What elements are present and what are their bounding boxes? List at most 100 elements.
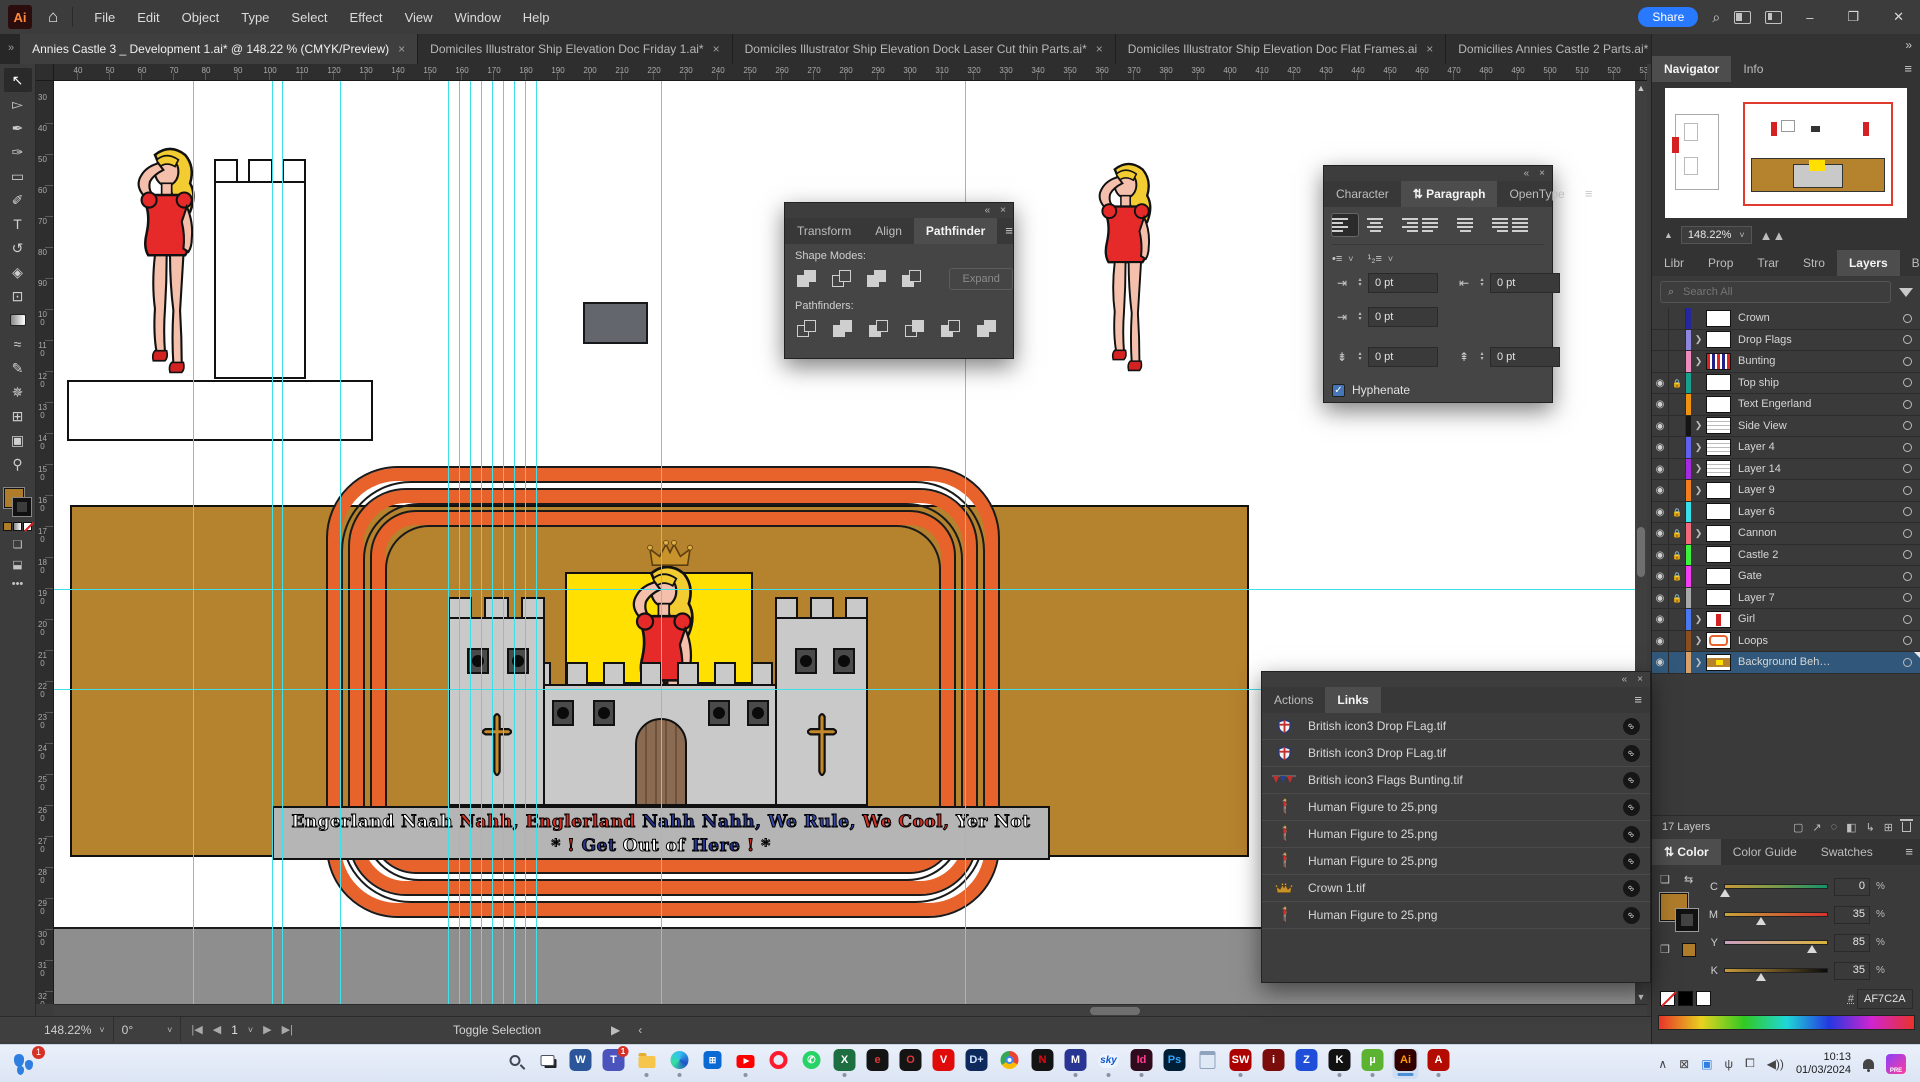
tray-network-icon[interactable]: ⊠ [1679,1057,1689,1071]
guide-vertical[interactable] [340,81,341,1004]
layer-thumbnail[interactable] [1706,568,1731,585]
taskbar-task-view[interactable] [535,1049,561,1079]
layer-row-text-engerland[interactable]: ◉Text Engerland [1652,394,1920,416]
taskbar-excel[interactable]: X [832,1049,858,1079]
document-tab-5[interactable]: Domicilies Annies Castle 2 Parts.ai*» [1446,34,1651,64]
layer-expand-icon[interactable]: ❯ [1691,635,1706,646]
guide-vertical[interactable] [536,81,537,1004]
align-left-button[interactable] [1332,214,1358,236]
layer-thumbnail[interactable] [1706,374,1731,391]
taskbar-app-dark-1[interactable]: e [865,1049,891,1079]
justify-last-right-button[interactable] [1482,214,1508,236]
ruler-corner[interactable] [36,64,54,81]
layer-thumbnail[interactable] [1706,482,1731,499]
taskbar-indesign[interactable]: Id [1129,1049,1155,1079]
taskbar-mava[interactable]: M [1063,1049,1089,1079]
link-chain-icon[interactable]: ∞ [1623,772,1640,789]
layer-lock-icon[interactable] [1669,351,1686,372]
tray-usb-icon[interactable]: ψ [1725,1057,1734,1071]
horizontal-ruler[interactable]: 4050607080901001101201301401501601701801… [54,64,1647,81]
type-tool[interactable]: T [4,212,32,236]
link-row-3[interactable]: British icon3 Flags Bunting.tif∞ [1262,767,1650,794]
layer-visibility-icon[interactable]: ◉ [1652,566,1669,587]
layer-visibility-icon[interactable]: ◉ [1652,631,1669,652]
layer-expand-icon[interactable]: ❯ [1691,442,1706,453]
guide-vertical[interactable] [514,81,515,1004]
pathfinder-minus-front-button[interactable] [830,268,855,290]
layer-row-background-beh-[interactable]: ◉❯Background Beh… [1652,652,1920,674]
export-icon[interactable]: ↗ [1812,821,1821,834]
document-tab-3[interactable]: Domiciles Illustrator Ship Elevation Doc… [733,34,1116,64]
layer-visibility-icon[interactable] [1652,351,1669,372]
layer-row-girl[interactable]: ◉❯Girl [1652,609,1920,631]
zoom-out-thumbnail-icon[interactable]: ▲ [1664,230,1673,240]
shape-builder-tool[interactable]: ⊡ [4,284,32,308]
layer-target-icon[interactable] [1903,636,1912,645]
tab-close-icon[interactable]: × [1426,42,1433,56]
window-minimize-button[interactable]: – [1796,8,1823,27]
vertical-ruler[interactable]: 3040506070809010011012013014015016017018… [36,81,54,1004]
tab-close-icon[interactable]: × [1096,42,1103,56]
panel-overflow-icon[interactable]: » [0,34,20,64]
spinner-control[interactable]: ▴▾ [1477,352,1487,362]
dock-tab-trar[interactable]: Trar [1745,250,1791,276]
taskbar-file-explorer[interactable] [634,1049,660,1079]
layer-expand-icon[interactable]: ❯ [1691,657,1706,668]
arrange-documents-icon[interactable] [1734,11,1751,24]
align-center-button[interactable] [1362,214,1388,236]
link-chain-icon[interactable]: ∞ [1623,799,1640,816]
document-tab-1[interactable]: Annies Castle 3 _ Development 1.ai* @ 14… [20,34,418,64]
channel-value[interactable]: 0 [1834,878,1870,896]
locate-object-icon[interactable]: ◌ [1831,821,1838,833]
link-chain-icon[interactable]: ∞ [1623,826,1640,843]
guide-vertical[interactable] [492,81,493,1004]
guide-vertical[interactable] [272,81,273,1004]
taskbar-word[interactable]: W [568,1049,594,1079]
none-button[interactable] [23,522,32,531]
taskbar-youtube[interactable] [733,1049,759,1079]
width-tool[interactable]: ≈ [4,332,32,356]
spinner-control[interactable]: ▴▾ [1355,312,1365,322]
justify-last-center-button[interactable] [1452,214,1478,236]
guide-vertical[interactable] [448,81,449,1004]
workspace-switcher-icon[interactable] [1765,11,1782,24]
align-right-button[interactable] [1392,214,1418,236]
tab-close-icon[interactable]: × [713,42,720,56]
tray-chevron-icon[interactable]: ∧ [1658,1057,1667,1071]
home-icon[interactable]: ⌂ [48,7,58,27]
pathfinder-merge-button[interactable] [867,318,893,340]
pen-tool[interactable]: ✒ [4,116,32,140]
eraser-tool[interactable]: ◈ [4,260,32,284]
dock-tab-stro[interactable]: Stro [1791,250,1837,276]
channel-slider[interactable] [1724,968,1828,973]
chevron-down-icon[interactable]: ˅ [1739,230,1744,240]
layer-visibility-icon[interactable]: ◉ [1652,373,1669,394]
layer-row-gate[interactable]: ◉🔒Gate [1652,566,1920,588]
tab-opentype[interactable]: OpenType [1497,181,1576,207]
layer-expand-icon[interactable]: ❯ [1691,528,1706,539]
eyedropper-tool[interactable]: ✎ [4,356,32,380]
artboard-dropdown-icon[interactable]: ˅ [248,1025,253,1035]
layer-thumbnail[interactable] [1706,439,1731,456]
tab-transform[interactable]: Transform [785,218,863,244]
layer-visibility-icon[interactable]: ◉ [1652,545,1669,566]
stroke-swatch[interactable] [13,498,31,516]
channel-value[interactable]: 35 [1834,962,1870,980]
menu-view[interactable]: View [394,4,444,31]
taskbar-acrobat[interactable]: A [1426,1049,1452,1079]
menu-select[interactable]: Select [280,4,338,31]
white-swatch[interactable] [1696,991,1711,1006]
premiere-rush-icon[interactable]: PRE [1886,1054,1906,1074]
tab-align[interactable]: Align [863,218,914,244]
bullet-list-icon[interactable]: •≡ [1332,253,1342,265]
girl-figure-left[interactable] [122,141,208,393]
pathfinder-exclude-button[interactable] [900,268,925,290]
layer-row-bunting[interactable]: ❯Bunting [1652,351,1920,373]
tab-color[interactable]: ⇅ Color [1652,839,1721,865]
layer-lock-icon[interactable] [1669,394,1686,415]
rotation-control[interactable]: 0°˅ [114,1017,182,1042]
layer-target-icon[interactable] [1903,464,1912,473]
layer-row-loops[interactable]: ◉❯Loops [1652,631,1920,653]
spinner-control[interactable]: ▴▾ [1355,352,1365,362]
guide-vertical[interactable] [525,81,526,1004]
